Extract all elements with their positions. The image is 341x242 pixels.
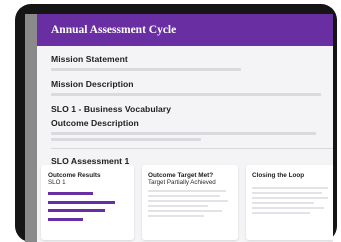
text-placeholder-line <box>148 215 204 217</box>
outcome-results-card[interactable]: Outcome Results SLO 1 <box>41 165 134 240</box>
outcome-target-card[interactable]: Outcome Target Met? Target Partially Ach… <box>142 165 238 240</box>
page-header: Annual Assessment Cycle <box>37 14 333 46</box>
assessment-cards: Outcome Results SLO 1 Outcome Target Met… <box>41 165 333 242</box>
result-bar <box>48 218 83 221</box>
result-bar <box>48 209 105 212</box>
text-placeholder-line <box>252 207 324 209</box>
text-placeholder-line <box>252 187 328 189</box>
text-placeholder-line <box>148 195 220 197</box>
text-placeholder-line <box>252 212 310 214</box>
assessment-panel: Annual Assessment Cycle Mission Statemen… <box>37 14 333 242</box>
text-placeholder-line <box>51 93 321 96</box>
text-placeholder-line <box>252 197 328 199</box>
card-subtitle: SLO 1 <box>48 179 66 186</box>
text-placeholder-line <box>148 200 228 202</box>
outcome-description-heading[interactable]: Outcome Description <box>51 118 321 128</box>
card-subtitle: Target Partially Achieved <box>148 179 216 186</box>
page-title: Annual Assessment Cycle <box>51 24 177 36</box>
mission-statement-heading[interactable]: Mission Statement <box>51 54 321 64</box>
slo-heading[interactable]: SLO 1 - Business Vocabulary <box>51 104 321 114</box>
closing-loop-card[interactable]: Closing the Loop <box>246 165 333 240</box>
text-placeholder-line <box>148 205 208 207</box>
text-placeholder-line <box>252 192 322 194</box>
text-placeholder-line <box>51 138 201 141</box>
card-title: Outcome Results <box>48 172 101 179</box>
card-title: Closing the Loop <box>252 172 305 179</box>
card-title: Outcome Target Met? <box>148 172 214 179</box>
text-placeholder-line <box>148 190 226 192</box>
mission-description-heading[interactable]: Mission Description <box>51 79 321 89</box>
text-placeholder-line <box>51 132 316 135</box>
result-bar <box>48 192 93 195</box>
tablet-screen: Annual Assessment Cycle Mission Statemen… <box>25 14 333 242</box>
result-bar <box>48 201 115 204</box>
assessment-body: Mission Statement Mission Description SL… <box>37 54 333 166</box>
text-placeholder-line <box>148 210 222 212</box>
text-placeholder-line <box>51 68 241 71</box>
side-rail <box>25 14 37 242</box>
section-divider <box>51 148 333 149</box>
text-placeholder-line <box>252 202 314 204</box>
